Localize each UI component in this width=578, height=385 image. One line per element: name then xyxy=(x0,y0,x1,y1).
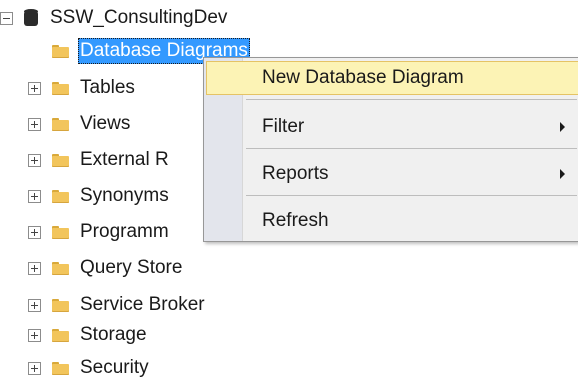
expand-icon[interactable] xyxy=(28,361,41,375)
tree-node-label: Storage xyxy=(80,324,147,345)
tree-node-label: Service Broker xyxy=(80,294,205,315)
tree-node-database[interactable]: SSW_ConsultingDev xyxy=(0,3,229,33)
folder-icon xyxy=(52,225,69,239)
folder-icon xyxy=(52,328,69,342)
submenu-arrow-icon xyxy=(560,169,565,179)
expand-icon[interactable] xyxy=(28,261,41,275)
tree-node-service-broker[interactable]: Service Broker xyxy=(28,290,207,320)
expand-icon[interactable] xyxy=(28,298,41,312)
menu-item-label: Refresh xyxy=(262,210,329,231)
menu-item-reports[interactable]: Reports xyxy=(206,157,578,191)
submenu-arrow-icon xyxy=(560,122,565,132)
menu-item-filter[interactable]: Filter xyxy=(206,110,578,144)
folder-icon xyxy=(52,81,69,95)
folder-icon xyxy=(52,117,69,131)
menu-separator xyxy=(246,195,577,196)
database-label: SSW_ConsultingDev xyxy=(50,7,228,28)
tree-node-label: Programm xyxy=(80,221,169,242)
menu-item-label: Filter xyxy=(262,116,305,137)
tree-node-label: Security xyxy=(80,357,149,378)
tree-node-label: Tables xyxy=(80,77,135,98)
tree-node-tables[interactable]: Tables xyxy=(28,73,137,103)
menu-separator xyxy=(246,99,577,100)
menu-item-label: New Database Diagram xyxy=(262,67,464,88)
tree-node-label: Views xyxy=(80,113,131,134)
tree-node-query-store[interactable]: Query Store xyxy=(28,253,184,283)
expand-icon[interactable] xyxy=(28,117,41,131)
expand-icon[interactable] xyxy=(28,189,41,203)
menu-item-label: Reports xyxy=(262,163,329,184)
folder-icon xyxy=(52,361,69,375)
expand-icon[interactable] xyxy=(28,225,41,239)
expand-icon[interactable] xyxy=(28,328,41,342)
tree-node-label: External R xyxy=(80,149,169,170)
context-menu: New Database Diagram Filter Reports Refr… xyxy=(203,57,578,242)
folder-icon xyxy=(52,153,69,167)
expand-icon[interactable] xyxy=(28,153,41,167)
folder-icon xyxy=(52,44,69,58)
menu-item-new-database-diagram[interactable]: New Database Diagram xyxy=(206,61,578,95)
tree-node-label: Synonyms xyxy=(80,185,169,206)
tree-node-external-r[interactable]: External R xyxy=(28,145,171,175)
tree-node-storage[interactable]: Storage xyxy=(28,320,149,350)
tree-node-label: Query Store xyxy=(80,257,183,278)
tree-node-views[interactable]: Views xyxy=(28,109,132,139)
tree-node-synonyms[interactable]: Synonyms xyxy=(28,181,171,211)
tree-node-programm[interactable]: Programm xyxy=(28,217,171,247)
database-icon xyxy=(24,9,38,27)
tree-node-security[interactable]: Security xyxy=(28,353,151,383)
expand-icon[interactable] xyxy=(28,81,41,95)
menu-separator xyxy=(246,148,577,149)
menu-item-refresh[interactable]: Refresh xyxy=(206,204,578,238)
folder-icon xyxy=(52,298,69,312)
folder-icon xyxy=(52,261,69,275)
folder-icon xyxy=(52,189,69,203)
collapse-icon[interactable] xyxy=(0,11,13,25)
